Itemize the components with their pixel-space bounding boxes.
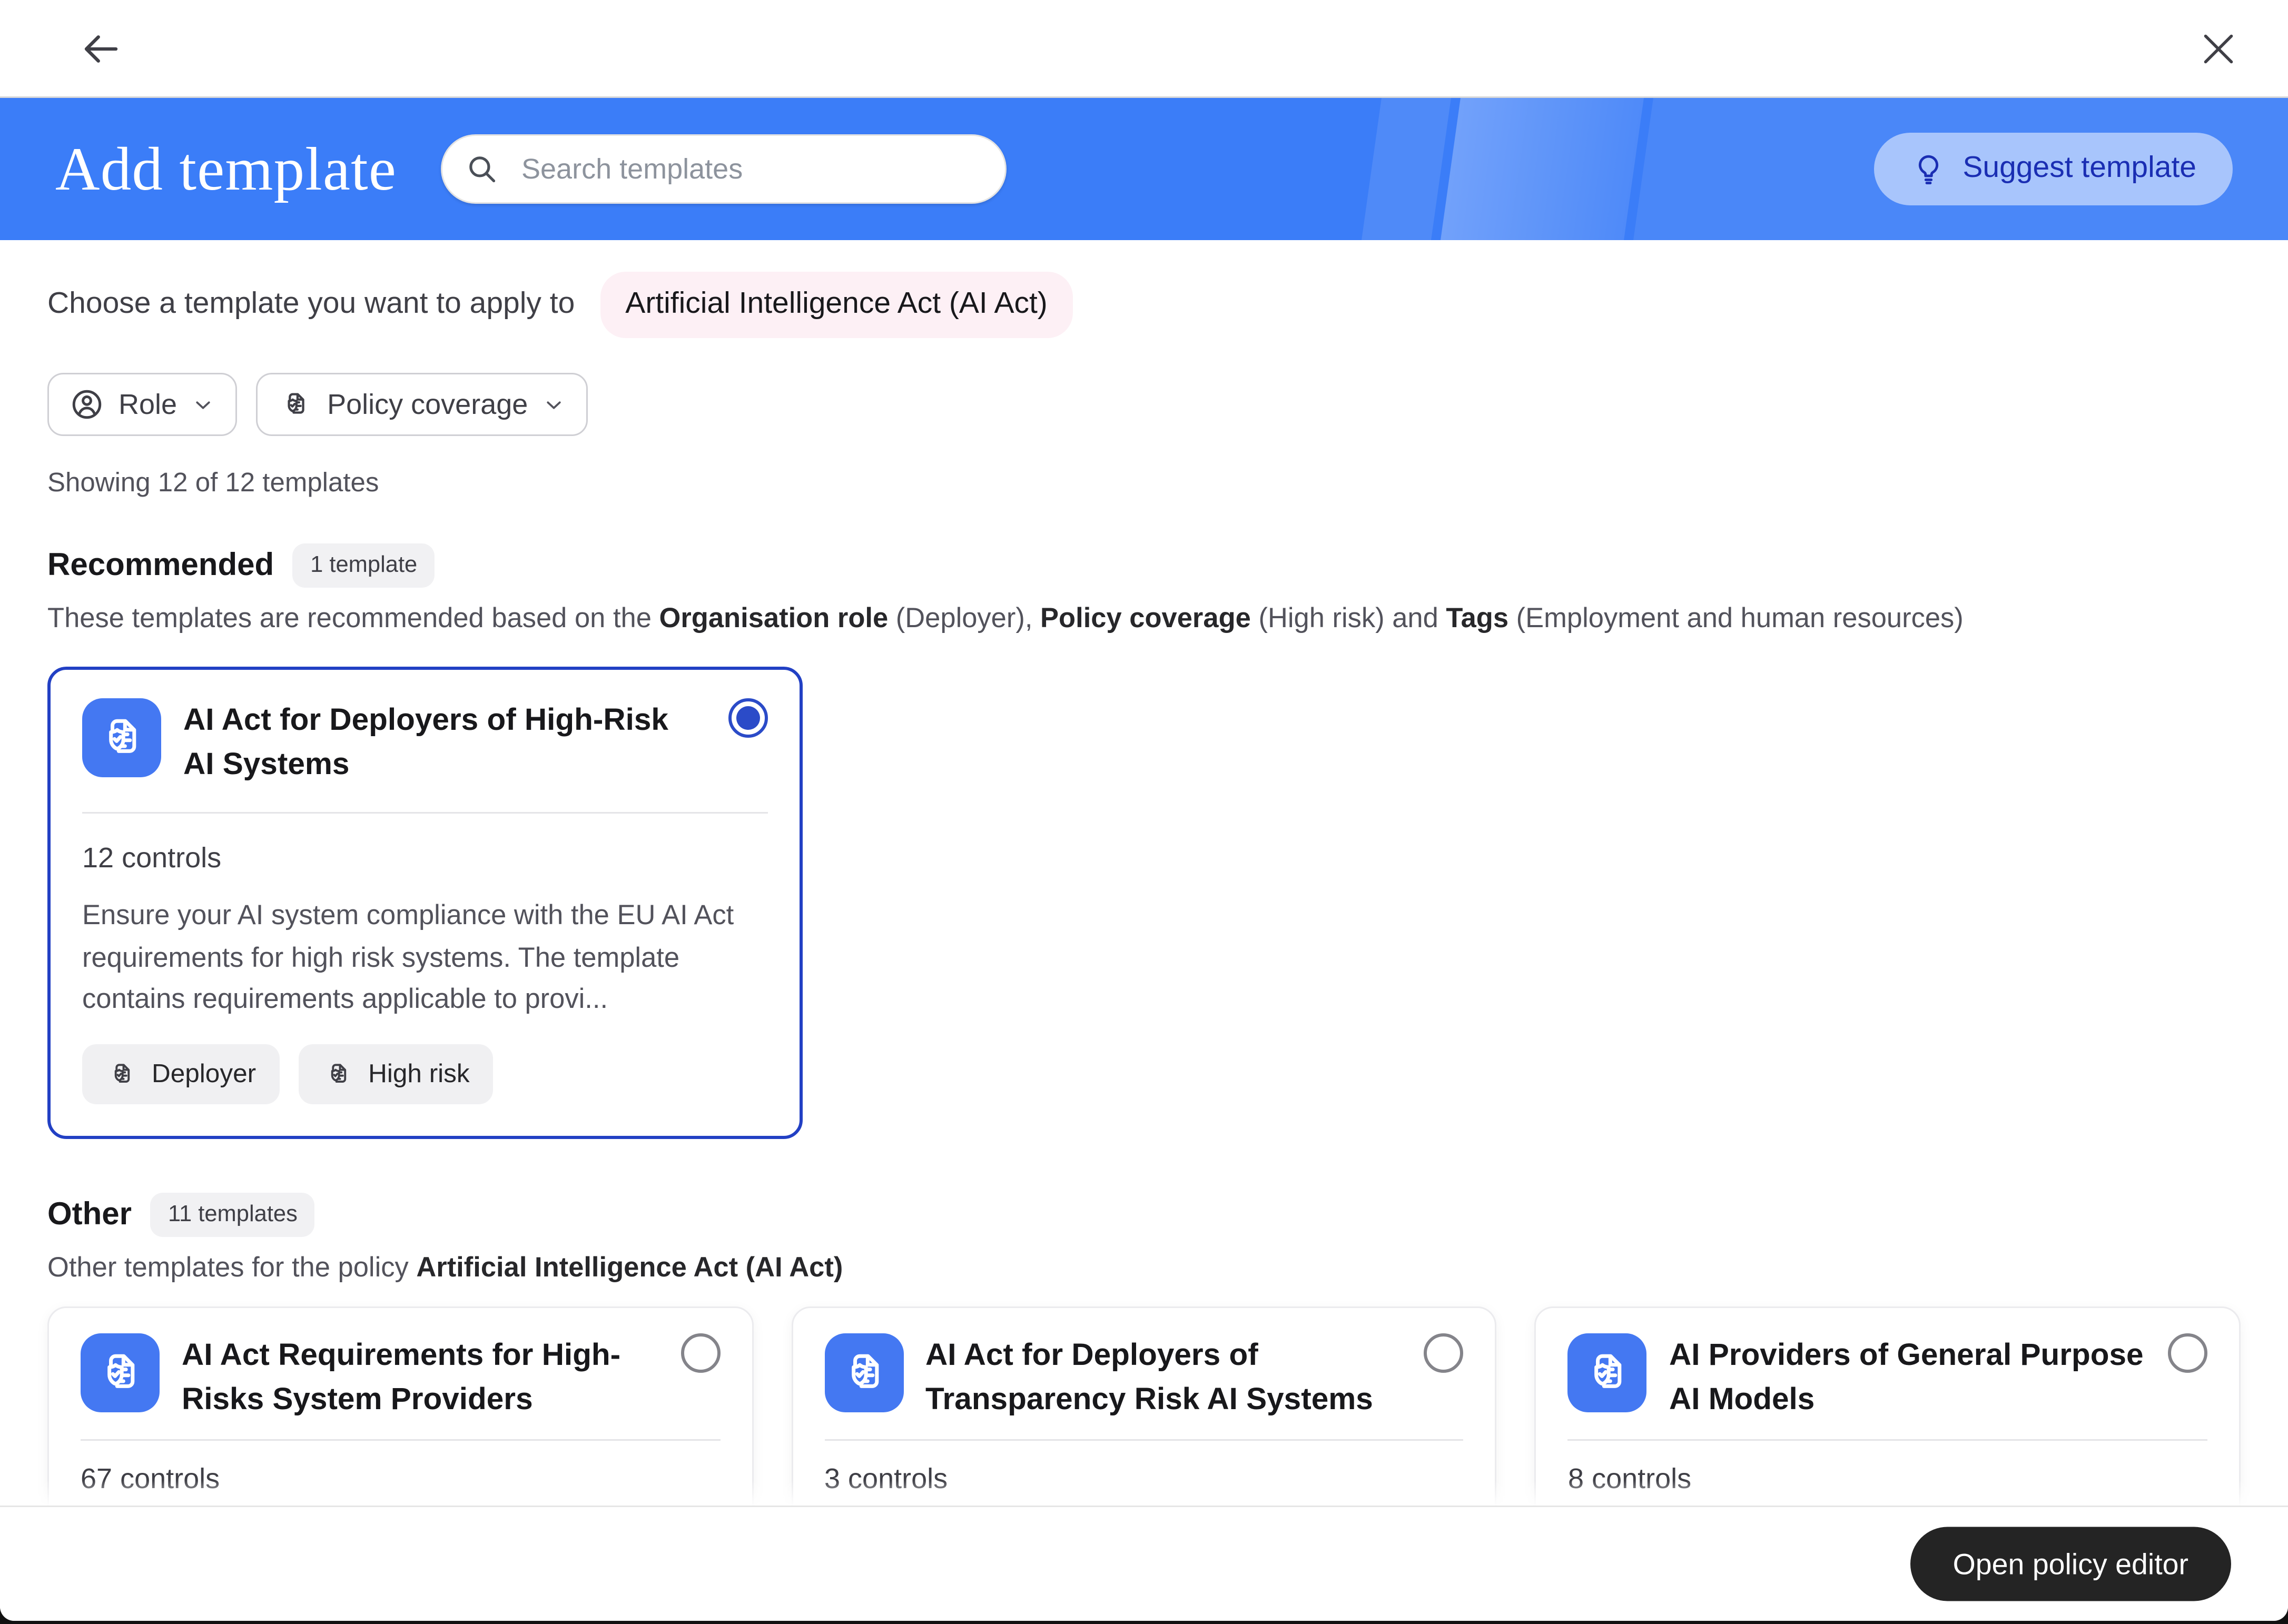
policy-badge: Artificial Intelligence Act (AI Act): [600, 272, 1073, 338]
divider: [82, 813, 768, 814]
template-title: AI Providers of General Purpose AI Model…: [1669, 1335, 2146, 1422]
policy-coverage-filter-label: Policy coverage: [327, 388, 528, 421]
recommended-heading-row: Recommended 1 template: [47, 543, 2241, 588]
template-card-recommended[interactable]: AI Act for Deployers of High-Risk AI Sys…: [47, 667, 803, 1139]
main-content: Choose a template you want to apply to A…: [0, 240, 2288, 1586]
divider: [81, 1439, 720, 1440]
lightbulb-icon: [1910, 151, 1947, 187]
open-policy-editor-button[interactable]: Open policy editor: [1910, 1527, 2231, 1601]
add-template-dialog: Add template Suggest template Choose a t…: [0, 0, 2288, 1621]
chevron-down-icon: [191, 393, 215, 417]
recommended-section: Recommended 1 template These templates a…: [47, 543, 2241, 1139]
template-icon: [81, 1333, 160, 1412]
back-button[interactable]: [73, 20, 130, 77]
banner-decoration: [1438, 98, 1646, 240]
card-header: AI Act for Deployers of High-Risk AI Sys…: [82, 698, 768, 787]
search-icon: [465, 152, 499, 186]
recommended-note: These templates are recommended based on…: [47, 602, 2241, 635]
policy-coverage-icon: [322, 1058, 354, 1090]
template-icon: [824, 1333, 903, 1412]
search-input[interactable]: [441, 134, 1007, 204]
suggest-template-button[interactable]: Suggest template: [1874, 133, 2233, 205]
person-icon: [70, 387, 104, 422]
card-header: AI Providers of General Purpose AI Model…: [1568, 1333, 2207, 1422]
chevron-down-icon: [542, 393, 566, 417]
policy-coverage-filter-button[interactable]: Policy coverage: [256, 373, 588, 436]
controls-count: 67 controls: [81, 1462, 720, 1496]
controls-count: 12 controls: [82, 843, 768, 876]
role-filter-label: Role: [119, 388, 177, 421]
radio-selected[interactable]: [728, 698, 768, 738]
tag-row: Deployer High risk: [82, 1044, 768, 1104]
arrow-left-icon: [79, 26, 123, 71]
page-title: Add template: [55, 134, 397, 205]
other-heading: Other: [47, 1197, 132, 1233]
choose-template-label: Choose a template you want to apply to: [47, 288, 575, 322]
template-icon: [82, 698, 161, 777]
other-count-badge: 11 templates: [151, 1193, 315, 1237]
controls-count: 8 controls: [1568, 1462, 2207, 1496]
document-shield-icon: [1579, 1344, 1636, 1401]
document-shield-icon: [93, 709, 150, 766]
template-title: AI Act for Deployers of Transparency Ris…: [925, 1335, 1402, 1422]
policy-coverage-icon: [278, 387, 313, 422]
radio-unselected[interactable]: [681, 1333, 720, 1373]
template-description: Ensure your AI system compliance with th…: [82, 895, 768, 1019]
recommended-count-badge: 1 template: [293, 543, 435, 588]
tag-deployer: Deployer: [82, 1044, 280, 1104]
controls-count: 3 controls: [824, 1462, 1464, 1496]
divider: [1568, 1439, 2207, 1440]
banner-decoration: [1359, 98, 1454, 240]
tag-label: Deployer: [152, 1059, 256, 1090]
other-note: Other templates for the policy Artificia…: [47, 1251, 2241, 1284]
footer-bar: Open policy editor: [0, 1506, 2288, 1621]
other-heading-row: Other 11 templates: [47, 1193, 2241, 1237]
header-banner: Add template Suggest template: [0, 98, 2288, 240]
close-icon: [2196, 26, 2241, 71]
tag-label: High risk: [368, 1059, 470, 1090]
document-shield-icon: [835, 1344, 892, 1401]
document-shield-icon: [92, 1344, 149, 1401]
template-title: AI Act for Deployers of High-Risk AI Sys…: [183, 700, 706, 787]
card-header: AI Act for Deployers of Transparency Ris…: [824, 1333, 1464, 1422]
divider: [824, 1439, 1464, 1440]
filter-row: Role Policy coverage: [47, 373, 2241, 436]
choose-template-row: Choose a template you want to apply to A…: [47, 272, 2241, 338]
recommended-heading: Recommended: [47, 548, 274, 584]
search-box: [441, 134, 1007, 204]
tag-high-risk: High risk: [299, 1044, 494, 1104]
close-button[interactable]: [2190, 20, 2247, 77]
results-summary: Showing 12 of 12 templates: [47, 468, 2241, 499]
suggest-template-label: Suggest template: [1962, 152, 2196, 186]
template-title: AI Act Requirements for High-Risks Syste…: [182, 1335, 658, 1422]
template-icon: [1568, 1333, 1647, 1412]
radio-unselected[interactable]: [2168, 1333, 2207, 1373]
top-bar: [0, 0, 2288, 98]
radio-unselected[interactable]: [1424, 1333, 1464, 1373]
card-header: AI Act Requirements for High-Risks Syste…: [81, 1333, 720, 1422]
policy-coverage-icon: [106, 1058, 137, 1090]
role-filter-button[interactable]: Role: [47, 373, 237, 436]
